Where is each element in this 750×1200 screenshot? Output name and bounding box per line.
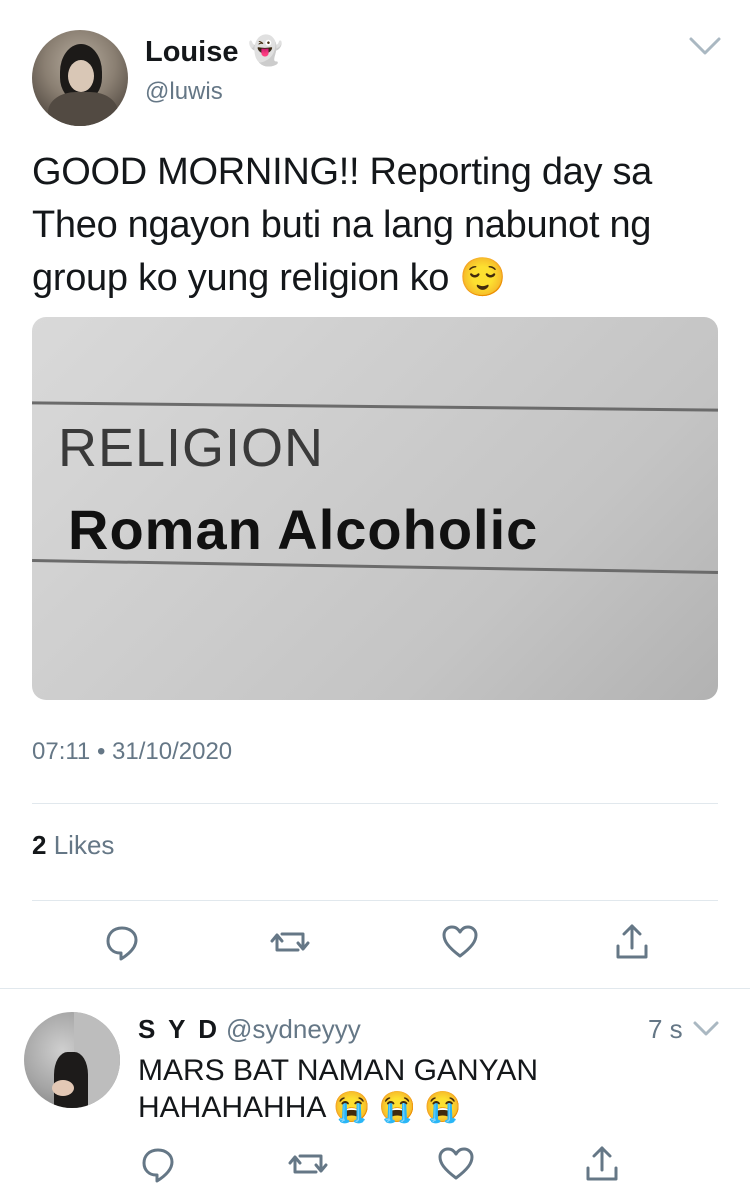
tweet-media-image[interactable]: RELIGION Roman Alcoholic [32,317,718,700]
retweet-icon[interactable] [268,920,312,964]
chevron-down-icon[interactable] [688,35,722,57]
avatar-face [68,60,94,92]
reply-author-avatar[interactable] [24,1012,120,1108]
reply-icon[interactable] [136,1142,180,1186]
avatar-body [48,92,118,126]
avatar-hand [52,1080,74,1096]
tweet-separator [0,988,750,989]
divider [32,803,718,804]
author-handle[interactable]: @luwis [145,78,223,106]
author-name[interactable]: Louise [145,36,238,69]
tweet-action-bar [0,920,750,968]
tweet-text: GOOD MORNING!! Reporting day sa Theo nga… [32,151,652,299]
media-label-text: RELIGION [58,418,325,478]
heart-icon[interactable] [438,920,482,964]
likes-number: 2 [32,830,47,860]
reply-text: MARS BAT NAMAN GANYAN HAHAHAHHA 😭 😭 😭 [138,1054,539,1124]
likes-label: Likes [53,830,115,860]
media-value-text: Roman Alcoholic [68,498,539,561]
reply-timestamp: 7 s [648,1014,683,1044]
share-icon[interactable] [580,1142,624,1186]
tweet-timestamp[interactable]: 07:11 • 31/10/2020 [32,738,232,766]
author-avatar[interactable] [32,30,128,126]
retweet-icon[interactable] [286,1142,330,1186]
chevron-down-icon[interactable] [692,1020,720,1038]
reply-action-bar [0,1142,750,1190]
share-icon[interactable] [610,920,654,964]
reply-author-handle[interactable]: @sydneyyy [226,1014,361,1045]
media-form-line-top [32,401,718,412]
divider [32,900,718,901]
author-name-emoji: 👻 [248,35,283,66]
heart-icon[interactable] [434,1142,478,1186]
likes-count[interactable]: 2 Likes [32,830,114,861]
reply-author-name[interactable]: S Y D [138,1014,220,1045]
reply-icon[interactable] [100,920,144,964]
